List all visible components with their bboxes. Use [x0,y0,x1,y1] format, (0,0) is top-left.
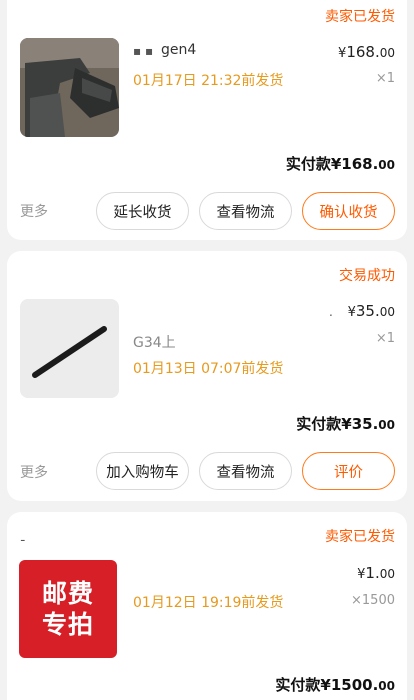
paid-amount: 实付款¥35.00 [296,415,395,433]
postage-badge[interactable]: 邮费 专拍 [19,560,117,658]
product-price: ¥35.00 [347,302,395,320]
view-logistics-button[interactable]: 查看物流 [199,452,292,490]
product-price: ¥168.00 [338,43,395,61]
shop-name-mark: ـ [21,530,25,544]
order-status: 卖家已发货 [325,529,395,545]
more-actions[interactable]: 更多 [20,462,48,482]
badge-line-2: 专拍 [41,610,94,639]
product-photo-rod [20,299,119,398]
ship-deadline: 01月13日 07:07前发货 [133,361,284,377]
order-card[interactable]: 卖家已发货 ▪ ▪ gen4 ¥168.00 ×1 01月17日 21:32前发… [7,0,407,240]
title-prefix-mark: ▪ ▪ [133,44,154,58]
ship-deadline: 01月12日 19:19前发货 [133,595,284,611]
product-photo-grip [20,38,119,137]
product-image[interactable] [20,299,119,398]
more-actions[interactable]: 更多 [20,201,48,221]
badge-line-1: 邮费 [41,578,94,608]
paid-amount: 实付款¥1500.00 [275,676,395,694]
paid-amount: 实付款¥168.00 [285,155,395,173]
order-status: 交易成功 [339,268,395,284]
product-quantity: ×1 [375,71,395,86]
ship-deadline: 01月17日 21:32前发货 [133,73,284,89]
product-title[interactable]: gen4 [161,42,196,58]
price-prefix-mark: . [329,305,333,319]
add-to-cart-button[interactable]: 加入购物车 [96,452,189,490]
view-logistics-button[interactable]: 查看物流 [199,192,292,230]
product-price: ¥1.00 [357,564,395,582]
product-title[interactable]: G34上 [133,332,176,352]
product-image[interactable] [20,38,119,137]
order-card[interactable]: 交易成功 . ¥35.00 G34上 ×1 01月13日 07:07前发货 实付… [7,251,407,501]
order-card[interactable]: ـ 卖家已发货 邮费 专拍 ¥1.00 01月12日 19:19前发货 ×150… [7,512,407,700]
product-quantity: ×1500 [351,593,395,608]
order-status: 卖家已发货 [325,9,395,25]
review-button[interactable]: 评价 [302,452,395,490]
extend-receipt-button[interactable]: 延长收货 [96,192,189,230]
product-quantity: ×1 [375,331,395,346]
confirm-receipt-button[interactable]: 确认收货 [302,192,395,230]
